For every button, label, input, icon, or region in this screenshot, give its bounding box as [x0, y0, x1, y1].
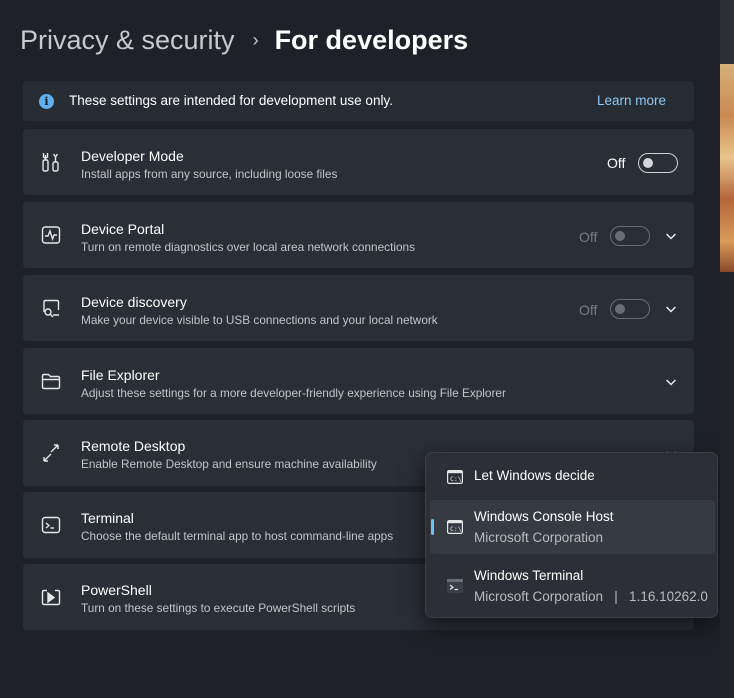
- developer-mode-toggle-label: Off: [607, 155, 626, 171]
- developer-mode-toggle[interactable]: [638, 153, 678, 173]
- card-subtitle: Enable Remote Desktop and ensure machine…: [81, 457, 377, 471]
- desktop-wallpaper-strip: [720, 0, 734, 698]
- option-subtitle: Microsoft Corporation: [474, 530, 604, 545]
- card-file-explorer[interactable]: File Explorer Adjust these settings for …: [23, 348, 694, 414]
- remote-desktop-icon: [43, 444, 59, 462]
- device-discovery-toggle[interactable]: [610, 299, 650, 319]
- card-title: Developer Mode: [81, 148, 184, 164]
- card-title: File Explorer: [81, 367, 160, 383]
- device-portal-icon: [41, 226, 61, 244]
- card-title: PowerShell: [81, 582, 152, 598]
- card-developer-mode: Developer Mode Install apps from any sou…: [23, 129, 694, 195]
- learn-more-link[interactable]: Learn more: [597, 93, 666, 108]
- selected-indicator: [431, 519, 434, 535]
- console-icon: C:\: [447, 520, 463, 534]
- card-device-discovery[interactable]: Device discovery Make your device visibl…: [23, 275, 694, 341]
- terminal-option-let-windows-decide[interactable]: C:\ Let Windows decide: [430, 458, 715, 496]
- svg-text:C:\: C:\: [450, 475, 462, 483]
- breadcrumb-parent[interactable]: Privacy & security: [20, 25, 235, 56]
- card-subtitle: Install apps from any source, including …: [81, 167, 338, 181]
- card-subtitle: Adjust these settings for a more develop…: [81, 386, 506, 400]
- card-subtitle: Turn on remote diagnostics over local ar…: [81, 240, 415, 254]
- page-title: For developers: [274, 24, 469, 55]
- windows-terminal-icon: [447, 579, 463, 593]
- option-title: Windows Console Host: [474, 509, 614, 524]
- card-subtitle: Choose the default terminal app to host …: [81, 529, 394, 543]
- powershell-icon: [41, 589, 61, 606]
- wallpaper-top: [720, 0, 734, 64]
- svg-text:C:\: C:\: [450, 525, 462, 533]
- chevron-down-icon[interactable]: [664, 302, 678, 316]
- developer-tools-icon: [42, 153, 59, 172]
- card-title: Terminal: [81, 510, 134, 526]
- file-explorer-icon: [41, 373, 61, 390]
- device-discovery-toggle-label: Off: [579, 302, 598, 318]
- card-title: Remote Desktop: [81, 438, 186, 454]
- console-icon: C:\: [447, 470, 463, 484]
- breadcrumb: Privacy & security › For developers: [20, 22, 468, 58]
- terminal-option-windows-console-host[interactable]: C:\ Windows Console Host Microsoft Corpo…: [430, 500, 715, 554]
- chevron-down-icon[interactable]: [664, 375, 678, 389]
- terminal-option-windows-terminal[interactable]: Windows Terminal Microsoft Corporation |…: [430, 559, 715, 613]
- info-icon: i: [39, 94, 54, 109]
- device-discovery-icon: [43, 299, 60, 318]
- card-title: Device Portal: [81, 221, 165, 237]
- card-device-portal[interactable]: Device Portal Turn on remote diagnostics…: [23, 202, 694, 268]
- breadcrumb-separator-icon: ›: [252, 29, 259, 50]
- card-subtitle: Turn on these settings to execute PowerS…: [81, 601, 356, 615]
- info-bar: i These settings are intended for develo…: [23, 81, 694, 121]
- option-title: Let Windows decide: [474, 468, 595, 483]
- device-portal-toggle-label: Off: [579, 229, 598, 245]
- option-title: Windows Terminal: [474, 568, 584, 583]
- device-portal-toggle[interactable]: [610, 226, 650, 246]
- card-title: Device discovery: [81, 294, 187, 310]
- toggle-knob: [643, 158, 653, 168]
- terminal-app-flyout: C:\ Let Windows decide C:\ Windows Conso…: [425, 452, 718, 618]
- card-subtitle: Make your device visible to USB connecti…: [81, 313, 438, 327]
- toggle-knob: [615, 304, 625, 314]
- settings-page: Privacy & security › For developers i Th…: [0, 0, 720, 698]
- terminal-icon: [41, 516, 61, 534]
- info-text: These settings are intended for developm…: [69, 93, 393, 108]
- toggle-knob: [615, 231, 625, 241]
- option-subtitle: Microsoft Corporation | 1.16.10262.0: [474, 589, 708, 604]
- wallpaper-image: [720, 64, 734, 272]
- chevron-down-icon[interactable]: [664, 229, 678, 243]
- wallpaper-bottom: [720, 272, 734, 698]
